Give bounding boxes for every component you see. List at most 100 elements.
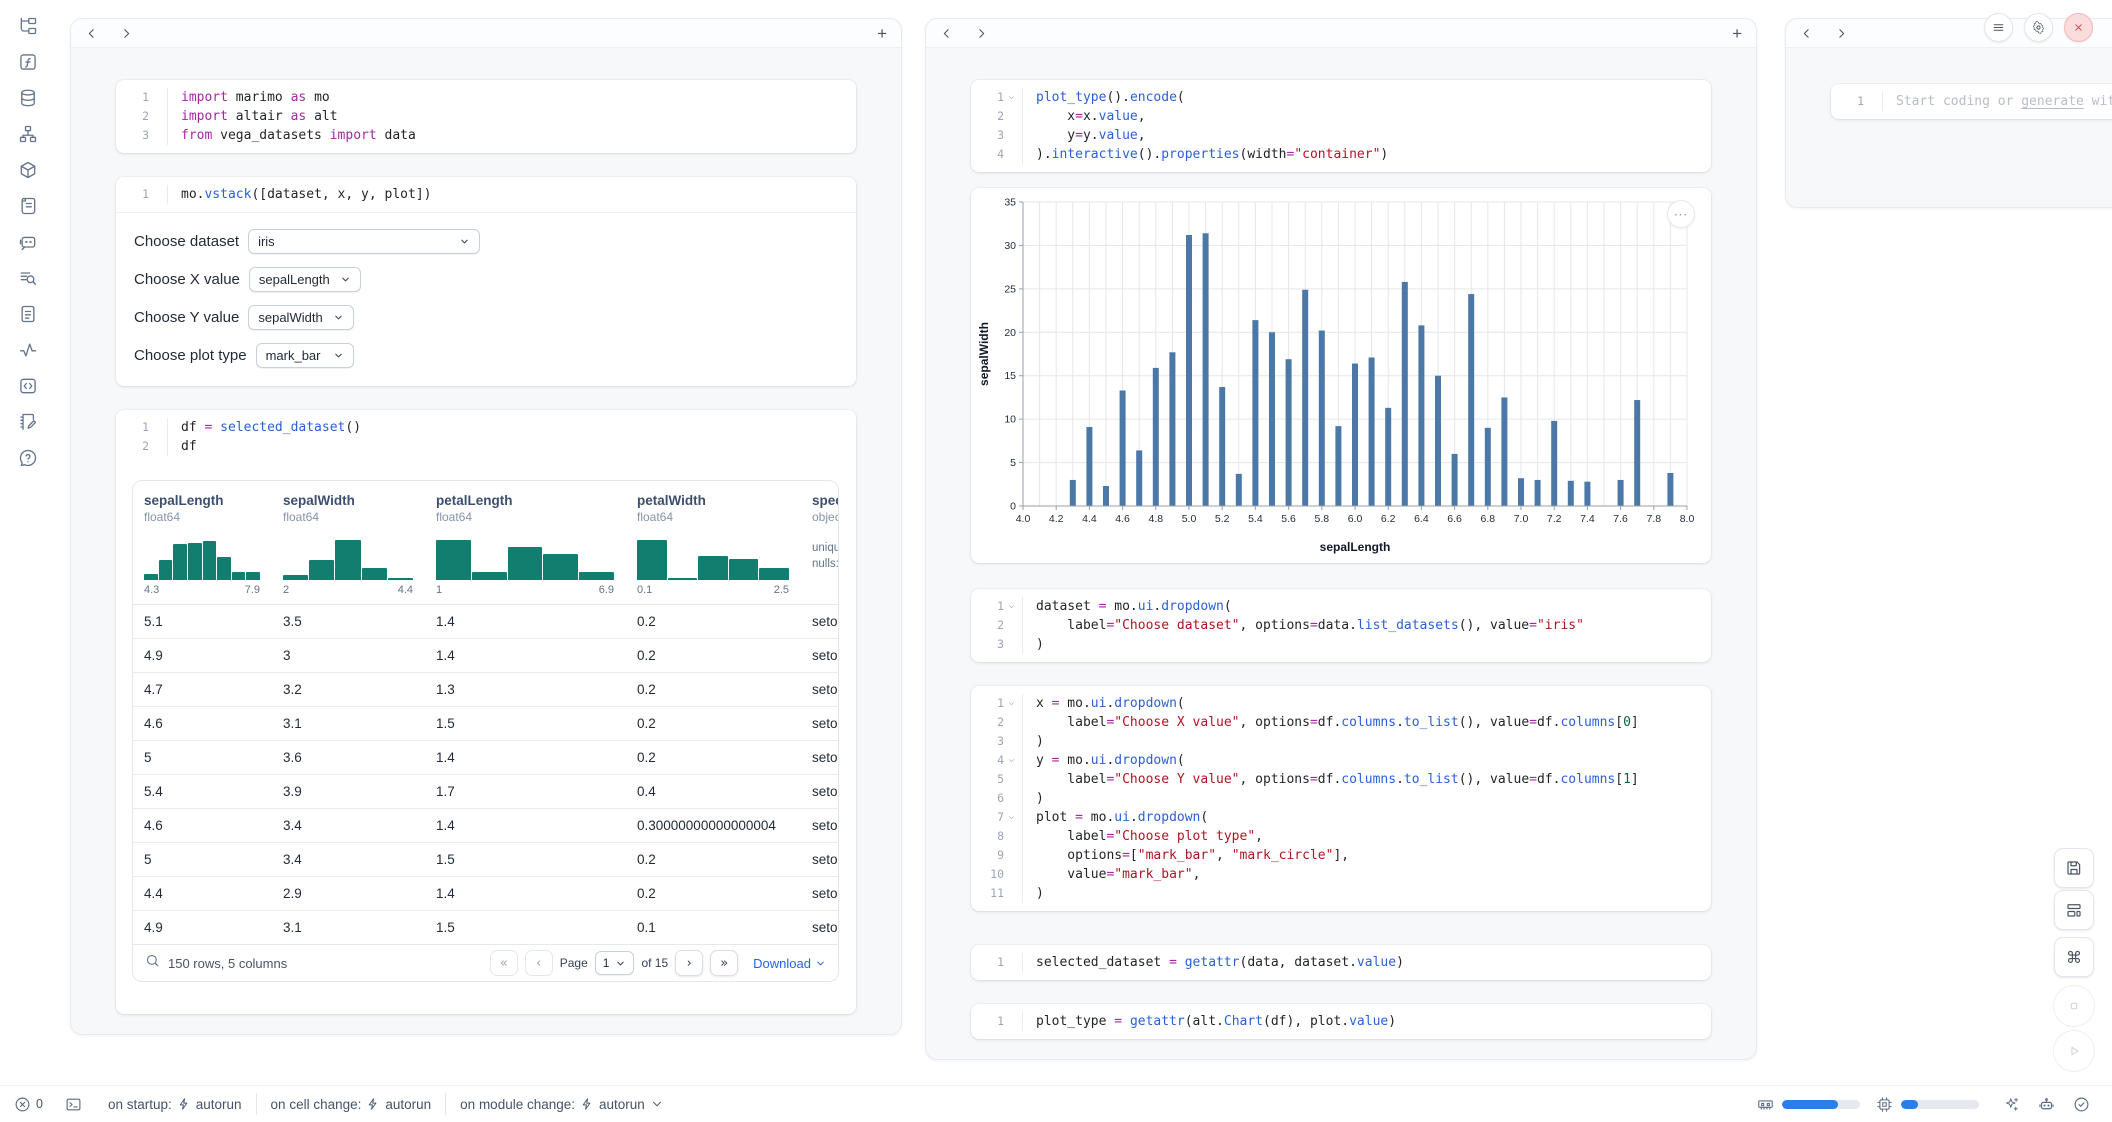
code-line[interactable]: 1df = selected_dataset()	[116, 418, 856, 437]
fold-toggle[interactable]	[1007, 602, 1017, 612]
sitemap-icon[interactable]	[18, 124, 38, 144]
chevron-right-icon[interactable]	[975, 27, 988, 40]
code-snippet-icon[interactable]	[18, 376, 38, 396]
fold-toggle[interactable]	[1007, 93, 1017, 103]
chevron-left-icon[interactable]	[940, 27, 953, 40]
code-line[interactable]: 9 options=["mark_bar", "mark_circle"],	[971, 846, 1711, 865]
code-line[interactable]: 10 value="mark_bar",	[971, 865, 1711, 884]
close-panel-button[interactable]	[2064, 13, 2093, 42]
code-line[interactable]: 11)	[971, 884, 1711, 903]
add-cell-button[interactable]: +	[877, 25, 887, 42]
prev-page-button[interactable]: ‹	[525, 950, 553, 976]
chevron-right-icon[interactable]	[1835, 27, 1848, 40]
column-header[interactable]: petalLengthfloat6416.9	[425, 493, 626, 604]
notepad-icon[interactable]	[18, 412, 38, 432]
code-line[interactable]: 2import altair as alt	[116, 107, 856, 126]
table-cell: 3.1	[272, 716, 425, 731]
code-line[interactable]: 2 label="Choose X value", options=df.col…	[971, 713, 1711, 732]
code-cell-imports[interactable]: 1import marimo as mo2import altair as al…	[116, 80, 856, 153]
code-line[interactable]: 6)	[971, 789, 1711, 808]
stop-button[interactable]	[2053, 985, 2095, 1027]
scroll-icon[interactable]	[18, 196, 38, 216]
chart-more-options-button[interactable]: ⋯	[1667, 200, 1695, 228]
package-icon[interactable]	[18, 160, 38, 180]
errors-indicator[interactable]: 0	[14, 1096, 43, 1113]
code-line[interactable]: 2df	[116, 437, 856, 456]
fold-toggle[interactable]	[1007, 699, 1017, 709]
first-page-button[interactable]: «	[490, 950, 518, 976]
next-page-button[interactable]: ›	[675, 950, 703, 976]
download-button[interactable]: Download	[753, 956, 826, 971]
code-cell-dataset[interactable]: 1dataset = mo.ui.dropdown(2 label="Choos…	[971, 589, 1711, 662]
code-line[interactable]: 1plot_type = getattr(alt.Chart(df), plot…	[971, 1012, 1711, 1031]
database-icon[interactable]	[18, 88, 38, 108]
code-line[interactable]: 8 label="Choose plot type",	[971, 827, 1711, 846]
file-tree-icon[interactable]	[18, 16, 38, 36]
code-line[interactable]: 5 label="Choose Y value", options=df.col…	[971, 770, 1711, 789]
run-button[interactable]	[2053, 1030, 2095, 1072]
code-cell-plot[interactable]: 1plot_type().encode(2 x=x.value,3 y=y.va…	[971, 80, 1711, 172]
last-page-button[interactable]: »	[710, 950, 738, 976]
code-line[interactable]: 3)	[971, 732, 1711, 751]
chevron-left-icon[interactable]	[85, 27, 98, 40]
code-line[interactable]: 1selected_dataset = getattr(data, datase…	[971, 953, 1711, 972]
dropdown-select[interactable]: iris	[248, 229, 480, 254]
code-line[interactable]: 1x = mo.ui.dropdown(	[971, 694, 1711, 713]
code-line[interactable]: 3 y=y.value,	[971, 126, 1711, 145]
chevron-right-icon[interactable]	[120, 27, 133, 40]
code-cell-vstack[interactable]: 1mo.vstack([dataset, x, y, plot]) Choose…	[116, 177, 856, 386]
dropdown-select[interactable]: sepalLength	[249, 267, 361, 292]
page-select[interactable]: 1	[595, 951, 635, 975]
code-cell-df[interactable]: 1df = selected_dataset()2df sepalLengthf…	[116, 410, 856, 1014]
column-header[interactable]: petalWidthfloat640.12.5	[626, 493, 801, 604]
activity-icon[interactable]	[18, 340, 38, 360]
layout-button[interactable]	[2054, 890, 2094, 930]
fold-toggle[interactable]	[1007, 813, 1017, 823]
code-line[interactable]: 2 label="Choose dataset", options=data.l…	[971, 616, 1711, 635]
code-cell-selected-dataset[interactable]: 1selected_dataset = getattr(data, datase…	[971, 945, 1711, 980]
code-line[interactable]: 1import marimo as mo	[116, 88, 856, 107]
dropdown-select[interactable]: sepalWidth	[248, 305, 353, 330]
code-cell-widgets[interactable]: 1x = mo.ui.dropdown(2 label="Choose X va…	[971, 686, 1711, 911]
connection-status-button[interactable]	[2073, 1096, 2090, 1113]
bar	[1501, 397, 1507, 506]
table-cell: 4.9	[133, 920, 272, 935]
code-line[interactable]: 4y = mo.ui.dropdown(	[971, 751, 1711, 770]
chevron-left-icon[interactable]	[1800, 27, 1813, 40]
help-circle-icon[interactable]	[18, 448, 38, 468]
code-line[interactable]: 3)	[971, 635, 1711, 654]
autorun-config-item[interactable]: on cell change:autorun	[271, 1097, 432, 1112]
column-header[interactable]: sepalWidthfloat6424.4	[272, 493, 425, 604]
search-icon[interactable]	[145, 953, 160, 973]
assistant-bot-button[interactable]	[2038, 1096, 2055, 1113]
code-line[interactable]: 1mo.vstack([dataset, x, y, plot])	[116, 185, 856, 204]
settings-button[interactable]	[2024, 13, 2053, 42]
autorun-config-item[interactable]: on startup:autorun	[108, 1097, 242, 1112]
dropdown-select[interactable]: mark_bar	[256, 343, 354, 368]
empty-code-cell[interactable]: 1 Start coding or generate with AI	[1831, 84, 2112, 119]
save-button[interactable]	[2054, 848, 2094, 888]
list-search-icon[interactable]	[18, 268, 38, 288]
code-line[interactable]: 7plot = mo.ui.dropdown(	[971, 808, 1711, 827]
code-placeholder[interactable]: Start coding or generate with AI	[1883, 92, 2112, 111]
code-line[interactable]: 2 x=x.value,	[971, 107, 1711, 126]
command-palette-button[interactable]: ⌘	[2054, 937, 2094, 977]
code-line[interactable]: 3from vega_datasets import data	[116, 126, 856, 145]
code-line[interactable]: 1dataset = mo.ui.dropdown(	[971, 597, 1711, 616]
add-cell-button[interactable]: +	[1732, 25, 1742, 42]
code-line[interactable]: 4).interactive().properties(width="conta…	[971, 145, 1711, 164]
notebook-menu-button[interactable]	[1984, 13, 2013, 42]
bot-chat-icon[interactable]	[18, 232, 38, 252]
altair-chart-output[interactable]: 051015202530354.04.24.44.64.85.05.25.45.…	[971, 188, 1711, 563]
fold-toggle[interactable]	[1007, 756, 1017, 766]
code-line[interactable]: 1plot_type().encode(	[971, 88, 1711, 107]
autorun-config-item[interactable]: on module change:autorun	[460, 1097, 664, 1112]
document-icon[interactable]	[18, 304, 38, 324]
function-square-icon[interactable]	[18, 52, 38, 72]
terminal-button[interactable]	[65, 1096, 82, 1113]
generate-link[interactable]: generate	[2021, 94, 2084, 109]
code-cell-plot-type[interactable]: 1plot_type = getattr(alt.Chart(df), plot…	[971, 1004, 1711, 1039]
column-header[interactable]: speciesobjectunique:nulls:	[801, 493, 838, 604]
ai-sparkles-button[interactable]	[2003, 1096, 2020, 1113]
column-header[interactable]: sepalLengthfloat644.37.9	[133, 493, 272, 604]
